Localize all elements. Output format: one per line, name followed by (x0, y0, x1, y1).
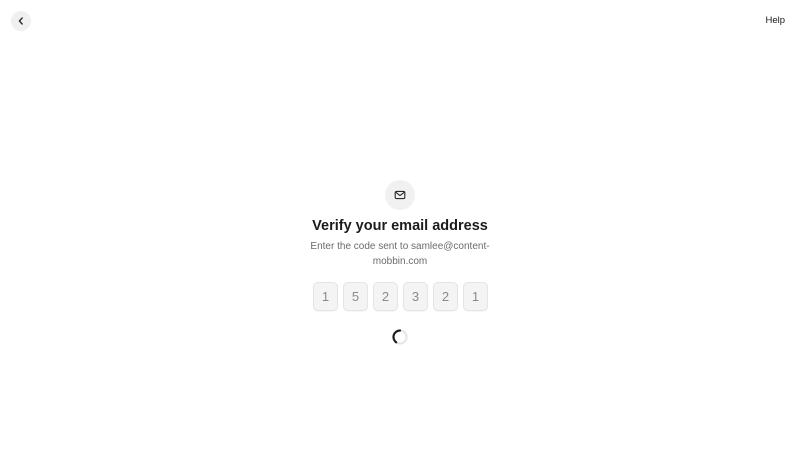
verification-code-input: 1 5 2 3 2 1 (313, 282, 488, 311)
code-digit-5[interactable]: 2 (433, 282, 458, 311)
loading-spinner-icon (392, 329, 408, 345)
back-button[interactable] (11, 11, 31, 31)
instruction-line-2: mobbin.com (372, 256, 428, 267)
page-title: Verify your email address (312, 218, 488, 234)
code-digit-3[interactable]: 2 (373, 282, 398, 311)
mail-icon (394, 190, 406, 200)
help-link[interactable]: Help (765, 15, 785, 27)
code-digit-1[interactable]: 1 (313, 282, 338, 311)
mail-badge (385, 180, 415, 210)
code-digit-6[interactable]: 1 (463, 282, 488, 311)
chevron-left-icon (18, 17, 23, 25)
code-digit-4[interactable]: 3 (403, 282, 428, 311)
verify-email-screen: Help Verify your email address Enter the… (0, 0, 800, 450)
instruction-line-1: Enter the code sent to samlee@content- (310, 241, 490, 252)
code-digit-2[interactable]: 5 (343, 282, 368, 311)
instruction-text: Enter the code sent to samlee@content- m… (300, 239, 500, 269)
